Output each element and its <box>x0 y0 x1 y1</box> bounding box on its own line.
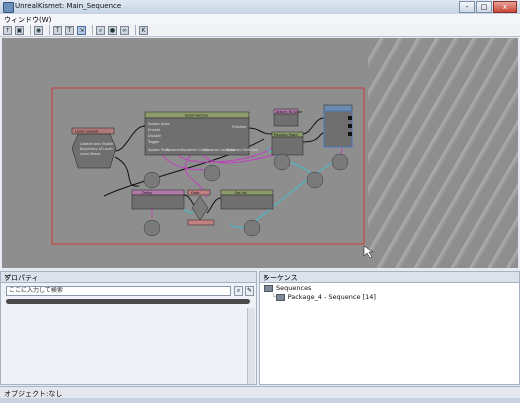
toolbar-separator <box>49 25 50 35</box>
gate-title: Gate <box>191 191 199 195</box>
menu-bar: ウィンドウ(W) <box>0 14 520 24</box>
actor-factory-out: Finished <box>232 125 246 129</box>
window-title: UnrealKismet: Main_Sequence <box>15 2 122 10</box>
variable-circle <box>143 219 161 237</box>
filter-icon[interactable]: T <box>53 25 62 35</box>
clear-search-icon[interactable]: ✎ <box>245 286 254 296</box>
window-bottom-edge <box>0 398 520 403</box>
node-actor-factory: Actor Factory Spawn Actor Enable Disable… <box>144 111 258 156</box>
sequences-close-icon[interactable]: × <box>263 273 516 281</box>
zoom-fit-icon[interactable]: ⇲ <box>77 25 86 35</box>
filter2-icon[interactable]: T <box>65 25 74 35</box>
properties-panel: プロパティ × ここに入力して検索 ⌕ ✎ <box>0 271 257 385</box>
tree-child-label: Package_4 - Sequence [14] <box>287 293 376 301</box>
node-attach: Attach To Actor <box>273 108 303 127</box>
magnify-icon[interactable]: ● <box>108 25 117 35</box>
minimize-button[interactable]: - <box>459 1 475 13</box>
actor-factory-title: Actor Factory <box>185 114 208 118</box>
search-icon[interactable]: ⌕ <box>96 25 105 35</box>
folder-icon <box>264 284 273 292</box>
actor-factory-in4: Toggle <box>147 140 159 144</box>
search-icon[interactable]: ⌕ <box>234 286 243 296</box>
open-parent-icon[interactable]: ↑ <box>3 25 12 35</box>
properties-close-icon[interactable]: × <box>4 273 253 281</box>
variable-circle <box>273 153 291 171</box>
node-set-int: Set Int <box>220 189 274 210</box>
rebuild-icon[interactable]: ▣ <box>15 25 24 35</box>
toolbar-separator <box>30 25 31 35</box>
attach-title: Attach To Actor <box>276 110 303 114</box>
sequences-panel: シーケンス × Sequences └ Package_4 - Sequence … <box>259 271 520 385</box>
possess-title: Possess Pawn <box>274 133 298 137</box>
variable-circle <box>331 153 349 171</box>
delay-title: Delay <box>142 191 152 195</box>
mouse-cursor <box>363 245 374 259</box>
properties-search-input[interactable]: ここに入力して検索 <box>6 286 231 296</box>
eye-icon[interactable]: ◉ <box>34 25 43 35</box>
tree-root-label: Sequences <box>276 284 312 292</box>
variable-circle <box>203 164 221 182</box>
sequences-header: シーケンス × <box>260 272 519 283</box>
properties-scrollbar[interactable] <box>247 308 255 384</box>
kismet-canvas[interactable]: Level Loaded Loaded and Visible Beginnin… <box>2 38 518 268</box>
node-possess: Possess Pawn <box>271 131 304 156</box>
properties-category-bar <box>6 299 250 304</box>
level-loaded-out3: Level Reset <box>80 152 101 156</box>
toolbar-separator <box>135 25 136 35</box>
link-icon[interactable]: ∞ <box>120 25 129 35</box>
kismet-icon[interactable]: K <box>139 25 148 35</box>
title-bar: UnrealKismet: Main_Sequence - □ x <box>0 0 520 15</box>
actor-factory-link2: Spawned <box>166 148 182 152</box>
node-gate: Gate <box>187 189 215 226</box>
node-level-loaded: Level Loaded Loaded and Visible Beginnin… <box>71 127 117 169</box>
node-graph: Level Loaded Loaded and Visible Beginnin… <box>51 87 374 259</box>
level-loaded-out2: Beginning of Level <box>80 147 112 151</box>
node-delay: Delay <box>131 189 185 210</box>
actor-factory-in3: Disable <box>148 134 161 138</box>
toolbar: ↑ ▣ ◉ T T ⇲ ⌕ ● ∞ K <box>0 24 520 37</box>
window-controls: - □ x <box>458 1 517 13</box>
sequence-icon <box>275 293 285 301</box>
actor-factory-link5: Spawner Direction <box>226 148 258 152</box>
variable-circle <box>143 171 161 189</box>
set-int-title: Set Int <box>235 191 247 195</box>
properties-header: プロパティ × <box>1 272 256 283</box>
variable-circle <box>243 219 261 237</box>
variable-circle <box>306 171 324 189</box>
tree-item-package[interactable]: └ Package_4 - Sequence [14] <box>272 293 376 301</box>
toolbar-separator <box>92 25 93 35</box>
node-right-blue <box>323 104 353 148</box>
tree-item-root[interactable]: Sequences <box>264 284 311 292</box>
actor-factory-in2: Enable <box>148 128 160 132</box>
close-button[interactable]: x <box>493 1 517 13</box>
actor-factory-in1: Spawn Actor <box>148 122 171 126</box>
level-loaded-out1: Loaded and Visible <box>80 142 113 146</box>
maximize-button[interactable]: □ <box>476 1 492 13</box>
level-loaded-title: Level Loaded <box>75 130 98 134</box>
app-icon <box>3 2 14 13</box>
